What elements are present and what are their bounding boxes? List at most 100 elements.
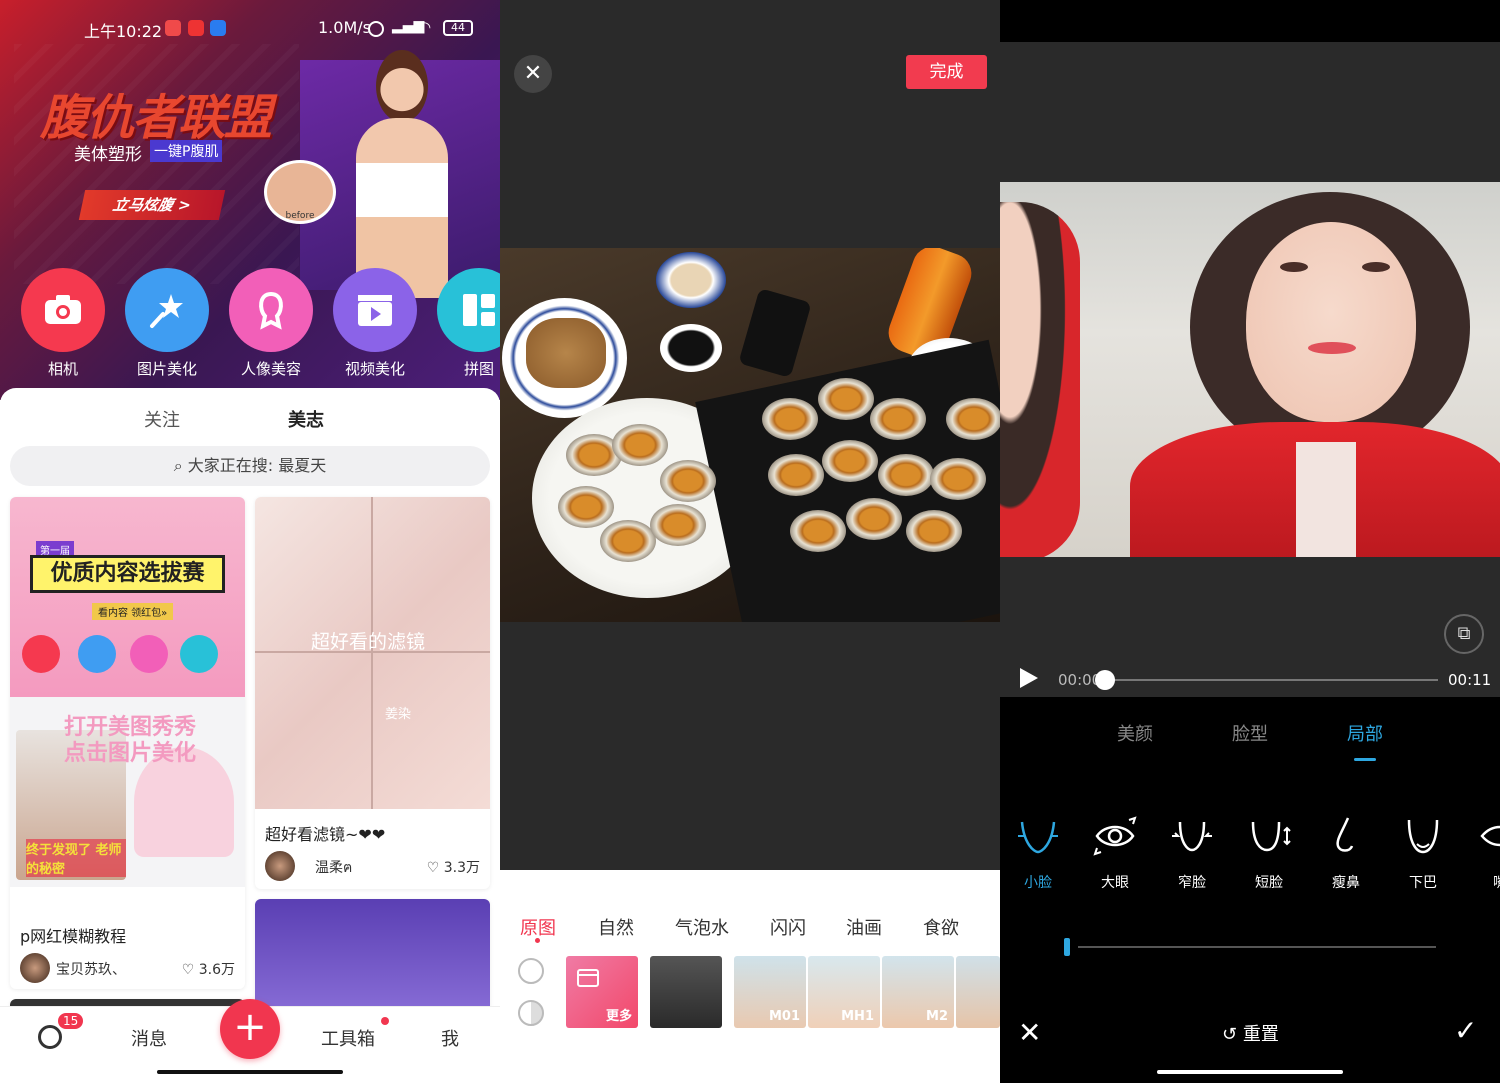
promo-image: 第一届 优质内容选拔赛 看内容 领红包» <box>10 497 245 697</box>
done-button[interactable]: 完成 <box>906 55 987 89</box>
network-rate: 1.0M/s <box>318 18 371 37</box>
nose-icon <box>1336 817 1354 852</box>
tab-meizhi[interactable]: 美志 <box>288 406 324 432</box>
home-indicator <box>157 1070 343 1074</box>
notification-icon <box>165 20 181 36</box>
filter-tab-appetite[interactable]: 食欲 <box>923 914 959 940</box>
card-title: p网红模糊教程 <box>20 927 127 946</box>
filter-thumb[interactable]: M01 <box>734 956 806 1028</box>
notification-badge: 15 <box>58 1013 84 1029</box>
tab-beauty[interactable]: 美颜 <box>1117 720 1153 746</box>
filter-overlay: 超好看的滤镜 <box>311 631 426 653</box>
filter-thumb[interactable] <box>956 956 1000 1028</box>
store-icon <box>577 969 599 987</box>
short-face-icon <box>1251 821 1291 852</box>
timeline-track[interactable] <box>1104 679 1438 681</box>
banner-title: 腹仇者联盟 <box>40 90 272 146</box>
refresh-icon[interactable] <box>38 1025 62 1049</box>
shortcut-portrait[interactable]: 人像美容 <box>226 268 316 379</box>
nav-messages[interactable]: 消息 <box>131 1025 167 1051</box>
face-icon[interactable] <box>518 958 544 984</box>
tool-slim-nose[interactable]: 瘦鼻 <box>1316 814 1376 892</box>
feed-card[interactable]: 第一届 优质内容选拔赛 看内容 领红包» 打开美图秀秀 点击图片美化 终于发现了… <box>10 497 245 989</box>
nav-me[interactable]: 我 <box>441 1025 459 1051</box>
more-filters-button[interactable]: 更多 <box>566 956 638 1028</box>
filter-bar: 原图 自然 气泡水 闪闪 油画 食欲 更多 M01 MH1 M2 <box>500 870 1000 1083</box>
feed-card[interactable] <box>255 899 490 1019</box>
banner-tag: 一键P腹肌 <box>150 140 223 162</box>
eye-icon <box>1093 816 1137 856</box>
tab-face-shape[interactable]: 脸型 <box>1232 720 1268 746</box>
like-count[interactable]: ♡ 3.3万 <box>427 857 480 877</box>
filter-image: 超好看的滤镜 姜染 <box>255 497 490 809</box>
home-indicator <box>1157 1070 1343 1074</box>
shortcut-photo-edit[interactable]: 图片美化 <box>122 268 212 379</box>
cancel-icon[interactable]: ✕ <box>1018 1016 1041 1049</box>
shortcut-label: 图片美化 <box>136 360 197 378</box>
tab-local[interactable]: 局部 <box>1347 720 1383 746</box>
filter-thumb[interactable]: MH1 <box>808 956 880 1028</box>
collage-icon <box>437 268 500 352</box>
filter-thumb[interactable] <box>650 956 722 1028</box>
tool-narrow-face[interactable]: 窄脸 <box>1162 814 1222 892</box>
compare-icon[interactable] <box>518 1000 544 1026</box>
home-screen: before 腹仇者联盟 美体塑形 一键P腹肌 立马炫腹 > 上午10:22 1… <box>0 0 500 1083</box>
shortcut-label: 视频美化 <box>344 360 405 378</box>
shortcut-collage[interactable]: 拼图 <box>434 268 500 379</box>
filter-thumb[interactable]: M2 <box>882 956 954 1028</box>
status-bar: 上午10:22 1.0M/s ▂▄▆ ◠ 44 <box>0 16 500 42</box>
tool-chin[interactable]: 下巴 <box>1393 814 1453 892</box>
create-button[interactable]: + <box>220 999 280 1059</box>
portrait-icon <box>229 268 313 352</box>
status-time: 上午10:22 <box>84 22 163 41</box>
narrow-face-icon <box>1172 821 1212 852</box>
tutorial-sticker: 终于发现了 老师的秘密 <box>26 839 126 877</box>
close-button[interactable]: ✕ <box>514 55 552 93</box>
filter-tab-sparkle[interactable]: 闪闪 <box>770 914 806 940</box>
heart-icon: ♡ <box>181 962 195 978</box>
total-time: 00:11 <box>1448 671 1492 689</box>
avatar <box>20 953 50 983</box>
battery-icon: 44 <box>443 20 473 36</box>
nav-toolbox[interactable]: 工具箱 <box>321 1025 375 1051</box>
tool-big-eye[interactable]: 大眼 <box>1085 814 1145 892</box>
shortcut-video[interactable]: 视频美化 <box>330 268 420 379</box>
intensity-handle[interactable] <box>1064 938 1070 956</box>
compare-button[interactable]: ⧉ <box>1444 614 1484 654</box>
filter-tab-soda[interactable]: 气泡水 <box>675 914 729 940</box>
search-bar[interactable]: ⌕ 大家正在搜: 最夏天 <box>10 446 490 486</box>
reset-button[interactable]: ↺ 重置 <box>1222 1020 1279 1046</box>
play-button[interactable] <box>1020 668 1038 688</box>
filter-tab-natural[interactable]: 自然 <box>598 914 634 940</box>
more-label: 更多 <box>605 1009 632 1024</box>
filter-tab-original[interactable]: 原图 <box>520 914 556 940</box>
active-dot <box>535 938 540 943</box>
mouth-icon <box>1480 825 1500 847</box>
banner-cta-button[interactable]: 立马炫腹 > <box>78 190 226 220</box>
video-icon <box>333 268 417 352</box>
alarm-icon <box>368 21 384 37</box>
search-placeholder: 大家正在搜: 最夏天 <box>187 456 327 475</box>
banner-model-image <box>336 50 466 298</box>
tutorial-image: 打开美图秀秀 点击图片美化 终于发现了 老师的秘密 <box>10 697 245 887</box>
before-inset: before <box>264 160 336 224</box>
red-dot <box>381 1017 389 1025</box>
timeline-knob[interactable] <box>1095 670 1115 690</box>
tool-mouth[interactable]: 嘴 <box>1470 814 1500 892</box>
card-author: 温柔ฅ <box>315 860 353 876</box>
filter-tab-oil[interactable]: 油画 <box>846 914 882 940</box>
tool-slim-face[interactable]: 小脸 <box>1008 814 1068 892</box>
avatar <box>265 851 295 881</box>
intensity-slider[interactable] <box>1078 946 1436 948</box>
video-preview[interactable] <box>1000 182 1500 557</box>
video-beauty-editor: ⧉ 00:00 00:11 美颜 脸型 局部 小脸 大眼 窄脸 短脸 瘦鼻 下巴… <box>1000 0 1500 1083</box>
tool-short-face[interactable]: 短脸 <box>1239 814 1299 892</box>
shortcut-label: 拼图 <box>463 360 494 378</box>
photo-preview <box>500 248 1000 622</box>
like-count[interactable]: ♡ 3.6万 <box>182 959 235 979</box>
feed-card[interactable]: 超好看的滤镜 姜染 超好看滤镜~❤❤ 温柔ฅ ♡ 3.3万 <box>255 497 490 889</box>
confirm-icon[interactable]: ✓ <box>1454 1014 1477 1047</box>
tab-following[interactable]: 关注 <box>144 406 180 432</box>
shortcut-camera[interactable]: 相机 <box>18 268 108 379</box>
tutorial-overlay: 打开美图秀秀 点击图片美化 <box>64 715 197 766</box>
